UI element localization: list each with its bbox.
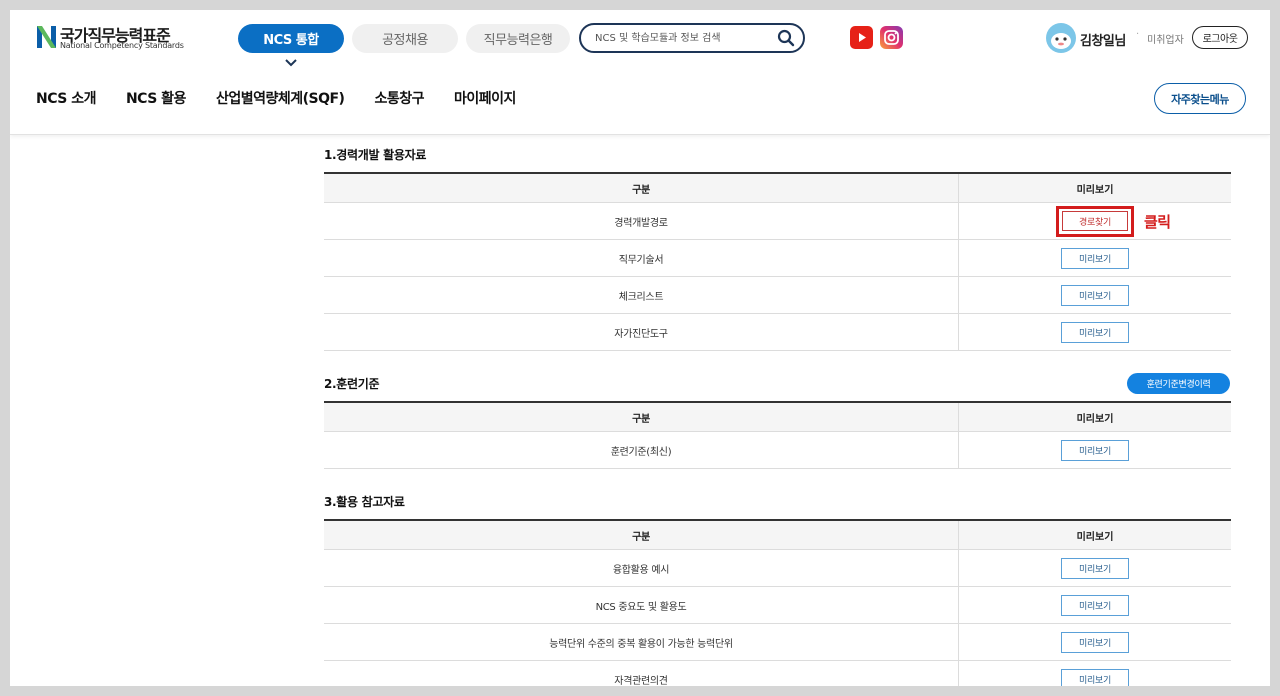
preview-button[interactable]: 미리보기 <box>1061 284 1129 306</box>
preview-button[interactable]: 미리보기 <box>1061 439 1129 461</box>
table-header: 구분 미리보기 <box>324 403 1231 432</box>
favorites-menu-button[interactable]: 자주찾는메뉴 <box>1154 83 1246 114</box>
table-row: NCS 중요도 및 활용도 미리보기 <box>324 587 1231 624</box>
table-row: 융합활용 예시 미리보기 <box>324 550 1231 587</box>
row-name: 직무기술서 <box>324 240 959 276</box>
youtube-icon[interactable] <box>850 26 873 49</box>
ncs-logo-icon <box>37 26 56 48</box>
table-header: 구분 미리보기 <box>324 174 1231 203</box>
row-name: 훈련기준(최신) <box>324 432 959 468</box>
preview-button[interactable]: 미리보기 <box>1061 557 1129 579</box>
user-status: 미취업자 <box>1147 35 1184 46</box>
tab-ncs-integrated[interactable]: NCS 통합 <box>238 24 344 53</box>
section-title-career: 1.경력개발 활용자료 <box>324 148 427 162</box>
nav-item-ncs-use[interactable]: NCS 활용 <box>126 88 186 108</box>
tab-job-competency-bank[interactable]: 직무능력은행 <box>466 24 570 53</box>
search-icon[interactable] <box>777 29 795 47</box>
header-preview: 미리보기 <box>1076 184 1114 196</box>
table-reference: 구분 미리보기 융합활용 예시 미리보기 NCS 중요도 및 활용도 미리보기 … <box>324 519 1231 686</box>
row-name: 경력개발경로 <box>324 203 959 239</box>
preview-button[interactable]: 미리보기 <box>1061 668 1129 686</box>
preview-button[interactable]: 미리보기 <box>1061 594 1129 616</box>
page-frame: 국가직무능력표준 National Competency Standards N… <box>10 10 1270 686</box>
search-box <box>579 23 805 53</box>
row-name: NCS 중요도 및 활용도 <box>324 587 959 623</box>
table-row: 체크리스트 미리보기 <box>324 277 1231 314</box>
header-category: 구분 <box>324 174 959 202</box>
header-category: 구분 <box>324 403 959 431</box>
preview-button[interactable]: 미리보기 <box>1061 321 1129 343</box>
row-name: 체크리스트 <box>324 277 959 313</box>
logo-subtitle: National Competency Standards <box>60 41 184 50</box>
user-separator: · <box>1136 29 1140 40</box>
table-row: 경력개발경로 경로찾기 <box>324 203 1231 240</box>
header-preview: 미리보기 <box>1076 531 1114 543</box>
preview-button[interactable]: 미리보기 <box>1061 631 1129 653</box>
avatar <box>1046 23 1076 53</box>
table-career: 구분 미리보기 경력개발경로 경로찾기 직무기술서 미리보기 체크리스트 미리보… <box>324 172 1231 351</box>
table-row: 훈련기준(최신) 미리보기 <box>324 432 1231 469</box>
highlight-box: 경로찾기 <box>1056 205 1134 237</box>
row-name: 능력단위 수준의 중복 활용이 가능한 능력단위 <box>324 624 959 660</box>
training-history-button[interactable]: 훈련기준변경이력 <box>1127 373 1230 394</box>
row-name: 융합활용 예시 <box>324 550 959 586</box>
section-title-training: 2.훈련기준 <box>324 377 380 391</box>
logout-button[interactable]: 로그아웃 <box>1192 26 1248 49</box>
table-header: 구분 미리보기 <box>324 521 1231 550</box>
chevron-down-icon <box>285 59 297 67</box>
table-row: 자가진단도구 미리보기 <box>324 314 1231 351</box>
table-row: 자격관련의견 미리보기 <box>324 661 1231 686</box>
table-training: 구분 미리보기 훈련기준(최신) 미리보기 <box>324 401 1231 469</box>
nav-item-communication[interactable]: 소통창구 <box>374 88 424 108</box>
row-name: 자격관련의견 <box>324 661 959 686</box>
user-name: 김창일님 <box>1080 34 1126 49</box>
main-nav: NCS 소개 NCS 활용 산업별역량체계(SQF) 소통창구 마이페이지 <box>36 88 546 108</box>
row-name: 자가진단도구 <box>324 314 959 350</box>
section-title-reference: 3.활용 참고자료 <box>324 495 405 509</box>
tab-fair-hiring[interactable]: 공정채용 <box>352 24 458 53</box>
header-category: 구분 <box>324 521 959 549</box>
nav-item-sqf[interactable]: 산업별역량체계(SQF) <box>216 88 345 108</box>
site-header: 국가직무능력표준 National Competency Standards N… <box>10 10 1270 135</box>
table-row: 직무기술서 미리보기 <box>324 240 1231 277</box>
table-row: 능력단위 수준의 중복 활용이 가능한 능력단위 미리보기 <box>324 624 1231 661</box>
nav-item-ncs-intro[interactable]: NCS 소개 <box>36 88 96 108</box>
nav-item-mypage[interactable]: 마이페이지 <box>454 88 516 108</box>
find-path-button[interactable]: 경로찾기 <box>1062 211 1128 231</box>
search-input[interactable] <box>595 30 770 46</box>
preview-button[interactable]: 미리보기 <box>1061 247 1129 269</box>
instagram-icon[interactable] <box>880 26 903 49</box>
site-logo[interactable]: 국가직무능력표준 National Competency Standards <box>36 22 184 54</box>
header-preview: 미리보기 <box>1076 413 1114 425</box>
click-annotation: 클릭 <box>1144 213 1171 231</box>
